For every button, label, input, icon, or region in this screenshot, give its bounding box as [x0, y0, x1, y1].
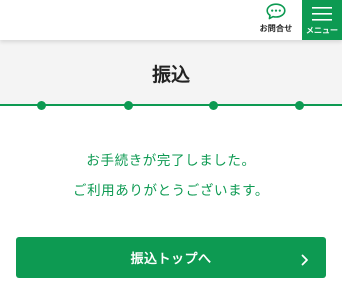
step-line: [0, 104, 342, 106]
title-band: 振込: [0, 40, 342, 106]
step-dot: [295, 101, 304, 110]
speech-bubble-icon: [266, 2, 286, 20]
transfer-top-button[interactable]: 振込トップへ: [16, 237, 326, 278]
contact-label: お問合せ: [259, 24, 293, 33]
step-indicator: [0, 101, 342, 110]
chevron-right-icon: [301, 251, 309, 270]
step-dot: [37, 101, 46, 110]
step-dot: [209, 101, 218, 110]
menu-label: メニュー: [306, 26, 338, 35]
hamburger-icon: [312, 0, 332, 21]
completion-message-line: お手続きが完了しました。: [86, 153, 256, 169]
completion-message: お手続きが完了しました。 ご利用ありがとうございます。: [0, 146, 342, 206]
top-header: お問合せ メニュー: [0, 0, 342, 40]
menu-button[interactable]: メニュー: [302, 0, 342, 40]
thanks-message-line: ご利用ありがとうございます。: [72, 183, 270, 199]
page-title: 振込: [151, 64, 190, 86]
transfer-top-label: 振込トップへ: [130, 252, 212, 267]
step-dot: [124, 101, 133, 110]
contact-button[interactable]: お問合せ: [254, 2, 298, 38]
